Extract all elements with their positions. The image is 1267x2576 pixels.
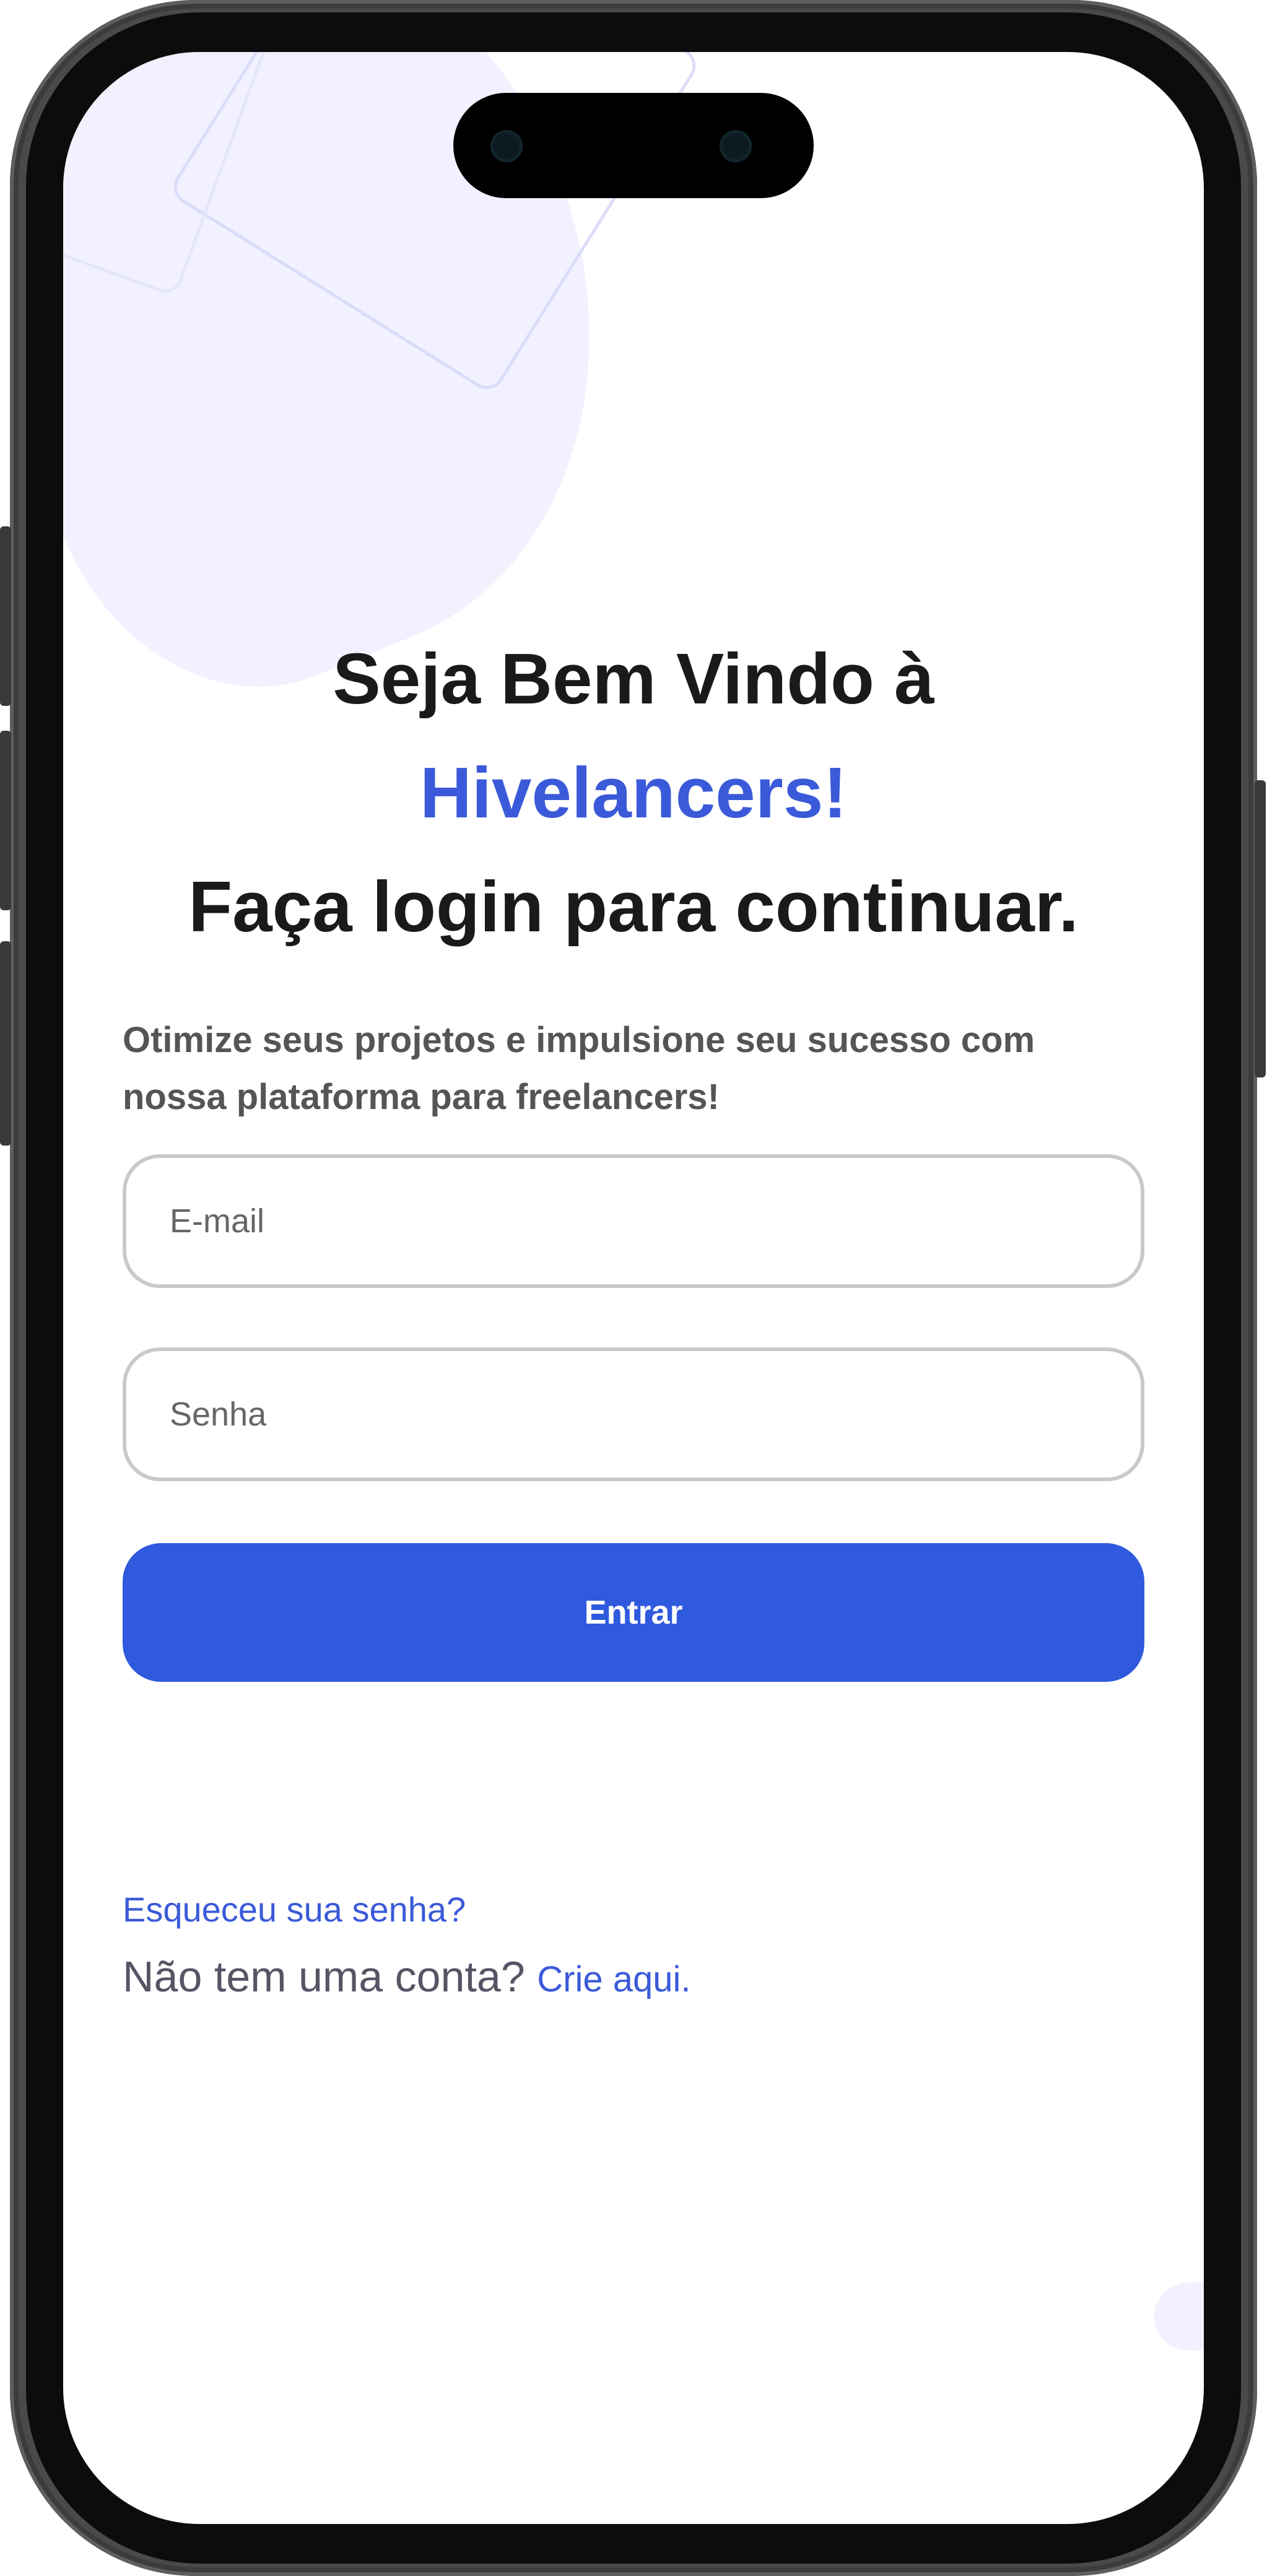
signup-row: Não tem uma conta? Crie aqui. bbox=[123, 1946, 690, 2020]
login-button[interactable]: Entrar bbox=[123, 1543, 1144, 1682]
brand-name: Hivelancers! bbox=[420, 752, 847, 833]
phone-side-button-right bbox=[1255, 780, 1266, 1077]
dynamic-island bbox=[453, 93, 814, 198]
sensor-icon bbox=[720, 130, 752, 162]
camera-lens-icon bbox=[490, 130, 523, 162]
welcome-heading: Seja Bem Vindo à bbox=[333, 638, 934, 719]
create-account-link[interactable]: Crie aqui. bbox=[537, 1959, 690, 1999]
login-screen: Seja Bem Vindo à Hivelancers! Faça login… bbox=[63, 52, 1204, 2524]
phone-side-button-left-1 bbox=[0, 526, 11, 706]
phone-side-button-left-2 bbox=[0, 731, 11, 910]
email-field[interactable] bbox=[123, 1154, 1144, 1288]
login-prompt-heading: Faça login para continuar. bbox=[188, 866, 1079, 947]
forgot-password-link[interactable]: Esqueceu sua senha? bbox=[123, 1885, 466, 1934]
decorative-corner-shape bbox=[1154, 2282, 1204, 2351]
password-field[interactable] bbox=[123, 1347, 1144, 1481]
subtitle-text: Otimize seus projetos e impulsione seu s… bbox=[123, 1020, 1035, 1117]
no-account-text: Não tem uma conta? bbox=[123, 1952, 538, 2001]
phone-side-button-left-3 bbox=[0, 941, 11, 1146]
